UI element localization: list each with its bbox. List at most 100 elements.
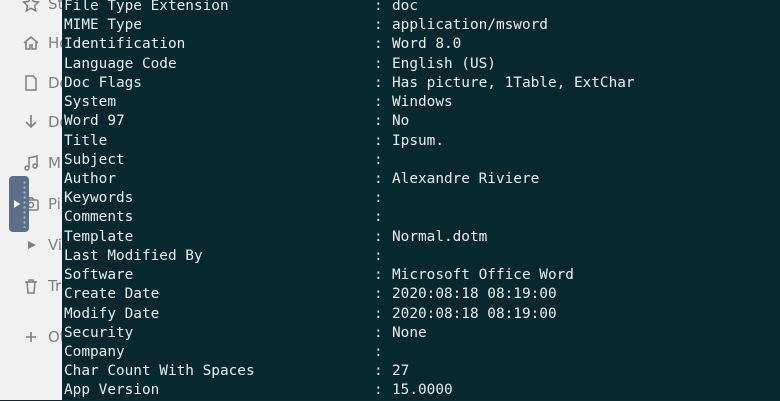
document-icon <box>25 75 37 91</box>
metadata-separator: : <box>374 113 383 130</box>
metadata-key: Last Modified By <box>64 247 203 264</box>
metadata-key: Create Date <box>64 286 160 303</box>
metadata-separator: : <box>374 209 383 226</box>
metadata-row: Doc Flags: Has picture, 1Table, ExtChar <box>64 74 780 93</box>
metadata-key: Security <box>64 324 134 341</box>
metadata-value: 27 <box>392 363 410 380</box>
sidebar-item-trash[interactable]: Trash <box>22 275 62 297</box>
metadata-separator: : <box>374 170 383 187</box>
metadata-row: System: Windows <box>64 93 780 112</box>
metadata-row: File Type Extension: doc <box>64 0 780 16</box>
metadata-row: Create Date:2020:08:18 08:19:00 <box>64 285 780 304</box>
metadata-separator: : <box>374 324 383 341</box>
sidebar-item-videos[interactable]: Videos <box>22 234 63 256</box>
metadata-value <box>392 343 780 362</box>
download-icon <box>25 115 37 129</box>
exif-metadata-list: File Type Extension: doc MIME Type: applic… <box>64 0 780 401</box>
metadata-separator: : <box>374 382 383 399</box>
sidebar-item-label: Documents <box>48 74 62 92</box>
metadata-value <box>392 189 780 208</box>
sidebar-item-label: Videos <box>48 236 63 254</box>
metadata-row: Word 97: No <box>64 112 780 131</box>
metadata-value: Ipsum. <box>392 132 444 149</box>
metadata-separator: : <box>374 247 383 264</box>
sidebar-item-label: Downloads <box>48 113 62 131</box>
metadata-key: Identification <box>64 36 186 53</box>
metadata-value: Has picture, 1Table, ExtChar <box>392 74 635 91</box>
sidebar-item-label: Trash <box>48 277 62 295</box>
metadata-key: Language Code <box>64 55 177 72</box>
metadata-separator: : <box>374 0 383 14</box>
metadata-value: None <box>392 324 427 341</box>
metadata-key: Software <box>64 267 134 284</box>
metadata-row: Author: Alexandre Riviere <box>64 170 780 189</box>
trash-icon <box>25 279 37 294</box>
sidebar-item-home[interactable]: Home <box>22 32 62 54</box>
metadata-row: Template: Normal.dotm <box>64 228 780 247</box>
metadata-value <box>392 247 780 266</box>
metadata-row: Modify Date:2020:08:18 08:19:00 <box>64 305 780 324</box>
metadata-row: Security: None <box>64 324 780 343</box>
metadata-separator: : <box>374 151 383 168</box>
sidebar-item-starred[interactable]: Starred <box>22 0 63 15</box>
metadata-key: Modify Date <box>64 305 160 322</box>
metadata-key: Template <box>64 228 134 245</box>
metadata-value: English (US) <box>392 55 496 72</box>
metadata-key: Doc Flags <box>64 74 142 91</box>
sidebar-item-downloads[interactable]: Downloads <box>22 111 62 133</box>
sidebar-item-label: Pictures <box>48 195 62 213</box>
metadata-row: App Version:15.0000 <box>64 381 780 400</box>
terminal-output[interactable]: File Type Extension: doc MIME Type: applic… <box>62 0 780 400</box>
metadata-value: 2020:08:18 08:19:00 <box>392 286 557 303</box>
music-icon <box>24 155 38 171</box>
metadata-key: Word 97 <box>64 113 125 130</box>
metadata-row: Subject: <box>64 151 780 170</box>
metadata-separator: : <box>374 17 383 34</box>
files-sidebar: Starred Home Documents Downloads Music P… <box>0 0 63 400</box>
home-icon <box>23 36 39 50</box>
sidebar-item-documents[interactable]: Documents <box>22 72 62 94</box>
video-icon <box>28 241 36 249</box>
metadata-key: Title <box>64 132 108 149</box>
sidebar-item-music[interactable]: Music <box>22 152 62 174</box>
metadata-key: Company <box>64 343 125 360</box>
metadata-row: Software: Microsoft Office Word <box>64 266 780 285</box>
plus-icon <box>26 332 36 342</box>
metadata-value: doc <box>392 0 418 14</box>
metadata-row: MIME Type: application/msword <box>64 16 780 35</box>
metadata-separator: : <box>374 132 383 149</box>
metadata-key: Comments <box>64 209 134 226</box>
metadata-key: File Type Extension <box>64 0 229 14</box>
metadata-key: Author <box>64 170 116 187</box>
metadata-value: Windows <box>392 94 453 111</box>
sidebar-item-label: Music <box>48 154 62 172</box>
metadata-separator: : <box>374 363 383 380</box>
metadata-value: No <box>392 113 410 130</box>
metadata-key: Keywords <box>64 190 134 207</box>
metadata-value: Alexandre Riviere <box>392 170 540 187</box>
sidebar-toggle-handle[interactable] <box>9 176 29 232</box>
metadata-value <box>392 151 780 170</box>
sidebar-item-label: Starred <box>48 0 63 13</box>
metadata-key: System <box>64 94 116 111</box>
metadata-separator: : <box>374 286 383 303</box>
metadata-value: Microsoft Office Word <box>392 267 574 284</box>
metadata-separator: : <box>374 55 383 72</box>
expand-arrow-icon <box>14 200 20 208</box>
sidebar-item-label: Home <box>48 34 62 52</box>
metadata-row: Keywords: <box>64 189 780 208</box>
sidebar-item-other-locations[interactable]: Other Locations <box>22 326 62 348</box>
metadata-separator: : <box>374 305 383 322</box>
drag-grip-icon <box>22 180 27 228</box>
metadata-separator: : <box>374 267 383 284</box>
metadata-value: application/msword <box>392 17 548 34</box>
metadata-row: Language Code: English (US) <box>64 55 780 74</box>
metadata-separator: : <box>374 36 383 53</box>
star-icon <box>22 0 40 13</box>
metadata-separator: : <box>374 228 383 245</box>
metadata-separator: : <box>374 74 383 91</box>
metadata-row: Title: Ipsum. <box>64 132 780 151</box>
metadata-key: Subject <box>64 151 125 168</box>
metadata-row: Comments: <box>64 208 780 227</box>
metadata-separator: : <box>374 343 383 360</box>
